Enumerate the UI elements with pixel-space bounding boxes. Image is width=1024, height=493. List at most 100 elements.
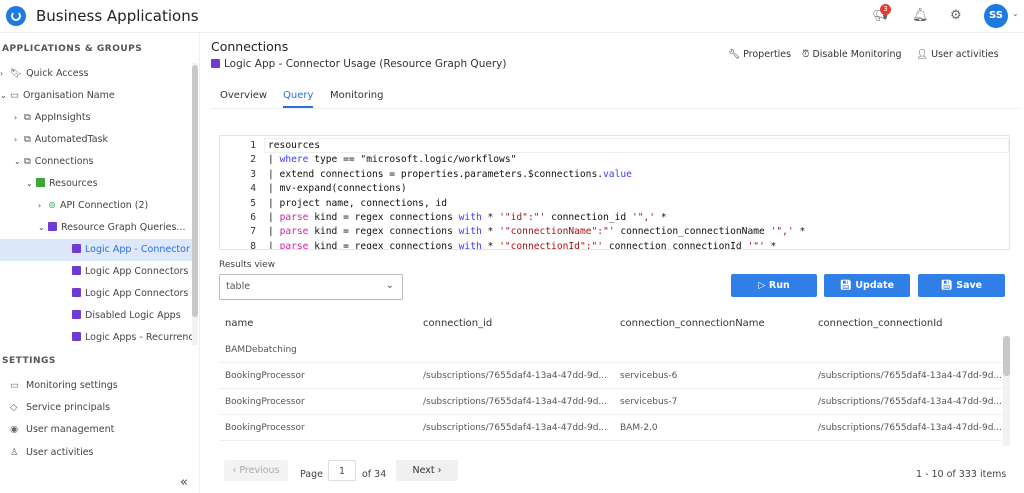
tree-item-label: Logic Apps - Recurrence ... — [85, 332, 192, 343]
column-header-name[interactable]: name — [225, 318, 253, 329]
results-view-label: Results view — [219, 260, 276, 270]
code-token: '"connectionId":"' — [499, 240, 604, 250]
code-token: | mv-expand(connections) — [268, 183, 407, 195]
code-line: resources — [268, 140, 320, 151]
query-icon — [72, 288, 81, 297]
tree-item[interactable]: › ⧉ AppInsights — [0, 107, 192, 129]
code-token: parse — [279, 226, 309, 238]
tree-item[interactable]: ⌄ Resource Graph Queries... — [0, 217, 192, 239]
next-button[interactable]: Next › — [396, 460, 458, 481]
chevron-right-icon[interactable]: › — [14, 107, 24, 129]
tree-item[interactable]: Logic App Connectors - ... — [0, 261, 192, 283]
tree-item[interactable]: ⌄ ⧉ Connections — [0, 151, 192, 173]
table-cell: /subscriptions/7655daf4-13a4-47dd-9d... — [818, 371, 1003, 381]
chevron-down-icon[interactable]: ⌄ — [38, 217, 48, 239]
table-cell: BookingProcessor — [225, 423, 305, 433]
tab-monitoring[interactable]: Monitoring — [330, 90, 383, 101]
settings-service-principals[interactable]: ◇ Service principals — [10, 402, 110, 413]
code-token: | — [268, 154, 280, 166]
settings-monitoring[interactable]: ▭ Monitoring settings — [10, 380, 118, 391]
chevron-right-icon[interactable]: › — [38, 195, 48, 217]
table-cell: /subscriptions/7655daf4-13a4-47dd-9d... — [423, 423, 608, 433]
column-header-connection-name[interactable]: connection_connectionName — [620, 318, 765, 329]
tree-item[interactable]: ⌄ ▭ Organisation Name — [0, 85, 192, 107]
query-icon — [72, 266, 81, 275]
chevron-down-icon[interactable]: ⌄ — [0, 85, 10, 107]
chevron-right-icon[interactable]: › — [0, 63, 10, 85]
code-token: kind = regex connections — [308, 212, 459, 223]
line-number: 5 — [250, 197, 256, 209]
page-subtitle: Logic App - Connector Usage (Resource Gr… — [211, 58, 506, 70]
line-number: 7 — [250, 226, 256, 238]
query-icon — [48, 222, 57, 231]
settings-user-activities[interactable]: ♙ User activities — [10, 447, 94, 458]
code-token: connection_id — [545, 212, 632, 223]
tree-item[interactable]: › ⊚ API Connection (2) — [0, 195, 192, 217]
column-header-connection-connectionid[interactable]: connection_connectionId — [818, 318, 943, 329]
collapse-sidebar-icon[interactable]: « — [180, 475, 188, 490]
table-scrollbar[interactable] — [1003, 336, 1010, 446]
code-token: kind = regex connections — [308, 240, 459, 250]
code-token: '",' — [770, 226, 794, 238]
code-token: value — [603, 168, 632, 180]
tree-item-label: AppInsights — [34, 112, 91, 123]
tree-item-label: Resources — [49, 178, 98, 189]
save-button[interactable]: 💾︎ Save — [918, 274, 1005, 297]
tab-query[interactable]: Query — [283, 90, 314, 108]
code-token: * — [793, 226, 806, 238]
code-token: with — [458, 240, 482, 250]
code-token: parse — [279, 240, 309, 250]
code-token: '"connectionName":"' — [499, 226, 615, 238]
user-activities-button[interactable]: 👤︎ User activities — [916, 49, 999, 60]
table-cell: /subscriptions/7655daf4-13a4-47dd-9d... — [423, 371, 608, 381]
query-editor[interactable]: 1 resources 2 | where type == "microsoft.lo… — [219, 135, 1010, 250]
page-input[interactable]: 1 — [328, 460, 356, 481]
tree-item-label: AutomatedTask — [34, 134, 109, 145]
tree-item[interactable]: ⌄ Resources — [0, 173, 192, 195]
settings-user-management[interactable]: ◉ User management — [10, 424, 114, 435]
user-clock-icon: ♙ — [10, 447, 19, 458]
sidebar-scrollbar[interactable] — [192, 63, 198, 345]
tree-item[interactable]: Disabled Logic Apps — [0, 305, 192, 327]
properties-button[interactable]: 🔧︎ Properties — [728, 49, 791, 60]
code-token: kind = regex connections — [308, 226, 459, 238]
bell-icon[interactable]: 🔔︎ — [912, 8, 929, 23]
previous-button[interactable]: ‹ Previous — [224, 460, 288, 481]
chevron-down-icon[interactable]: ⌄ — [26, 173, 36, 195]
page-total: of 34 — [362, 469, 387, 480]
table-cell: BAMDebatching — [225, 345, 297, 355]
tab-overview[interactable]: Overview — [220, 90, 267, 101]
diamond-icon: ◇ — [10, 402, 18, 413]
code-token: connection_connectionName — [614, 226, 771, 238]
gear-icon[interactable]: ⚙ — [950, 8, 962, 23]
settings-title: SETTINGS — [2, 356, 56, 366]
code-token: with — [458, 212, 482, 223]
avatar[interactable]: SS — [984, 4, 1008, 28]
tree-item[interactable]: › 🔖︎ Quick Access — [0, 63, 192, 85]
code-token: '"id":"' — [499, 212, 546, 223]
table-row[interactable]: BookingProcessor/subscriptions/7655daf4-… — [219, 363, 1003, 389]
table-cell: /subscriptions/7655daf4-13a4-47dd-9d... — [423, 397, 608, 407]
table-cell: BookingProcessor — [225, 397, 305, 407]
chevron-down-icon[interactable]: ⌄ — [1012, 9, 1019, 18]
tree-item[interactable]: › ⧉ AutomatedTask — [0, 129, 192, 151]
column-header-connection-id[interactable]: connection_id — [423, 318, 492, 329]
table-row[interactable]: BookingProcessor/subscriptions/7655daf4-… — [219, 415, 1003, 441]
table-row[interactable]: BAMDebatching — [219, 337, 1003, 363]
table-row[interactable]: BookingProcessor/subscriptions/7655daf4-… — [219, 389, 1003, 415]
code-line: | mv-expand(connections) — [268, 183, 407, 194]
chevron-right-icon[interactable]: › — [14, 129, 24, 151]
tree-item-label: Logic App Connectors - ... — [85, 266, 192, 277]
update-button[interactable]: 💾︎ Update — [824, 274, 910, 297]
chevron-down-icon[interactable]: ⌄ — [14, 151, 24, 173]
tree-item-label: Disabled Logic Apps — [85, 310, 181, 321]
tree-item[interactable]: Logic App - Connector ... — [0, 239, 192, 261]
disable-monitoring-button[interactable]: ⏰︎ Disable Monitoring — [802, 49, 902, 60]
tree-item[interactable]: Logic Apps - Recurrence ... — [0, 327, 192, 345]
results-view-select[interactable]: table ⌄ — [219, 274, 403, 300]
tree-item[interactable]: Logic App Connectors - ... — [0, 283, 192, 305]
api-connection-icon: ⊚ — [48, 200, 56, 211]
code-token: parse — [279, 212, 309, 223]
tree-item-label: Logic App Connectors - ... — [85, 288, 192, 299]
run-button[interactable]: ▷ Run — [731, 274, 817, 297]
